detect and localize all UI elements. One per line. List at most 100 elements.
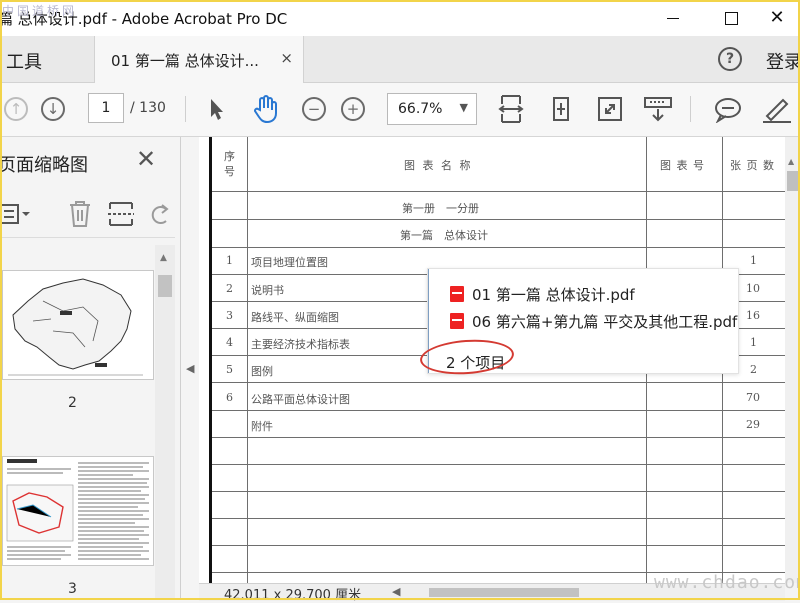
zoom-in-button[interactable]: + xyxy=(341,97,365,121)
options-menu-icon[interactable] xyxy=(0,201,34,227)
row-pages: 10 xyxy=(746,282,760,295)
watermark-bottom: www.chdao.com xyxy=(654,572,800,593)
tab-tools[interactable]: 工具 xyxy=(6,48,42,74)
full-screen-button[interactable] xyxy=(597,95,623,123)
fit-page-button[interactable] xyxy=(498,92,524,126)
comment-button[interactable] xyxy=(713,96,743,124)
page-total: / 130 xyxy=(130,100,166,116)
select-tool-button[interactable] xyxy=(207,95,227,123)
trash-icon[interactable] xyxy=(66,199,94,229)
group-label: 第一篇 总体设计 xyxy=(400,229,488,242)
page-dimensions: 42.011 x 29.700 厘米 xyxy=(224,588,362,603)
pdf-file-icon xyxy=(450,286,464,302)
minimize-button[interactable] xyxy=(650,0,696,36)
page-thumbnail[interactable] xyxy=(2,270,154,380)
table-row-line xyxy=(212,545,785,546)
row-seq: 2 xyxy=(226,282,233,295)
next-page-icon: ↓ xyxy=(41,97,65,121)
drag-file-item: 06 第六篇+第九篇 平交及其他工程.pdf xyxy=(450,311,737,332)
header-seq: 序号 xyxy=(224,150,235,178)
close-window-button[interactable]: ✕ xyxy=(754,0,800,36)
table-column-line xyxy=(247,137,248,583)
thumbnail-page-number: 3 xyxy=(68,581,77,597)
drag-file-item: 01 第一篇 总体设计.pdf xyxy=(450,284,635,305)
table-row-line xyxy=(212,464,785,465)
pdf-file-icon xyxy=(450,313,464,329)
row-pages: 1 xyxy=(750,254,757,267)
zoom-out-button[interactable]: − xyxy=(302,97,326,121)
row-pages: 2 xyxy=(750,363,757,376)
horizontal-scroll-thumb[interactable] xyxy=(429,588,579,597)
row-name: 公路平面总体设计图 xyxy=(251,393,350,406)
fit-page-icon xyxy=(498,95,524,123)
scroll-thumb[interactable] xyxy=(158,275,172,297)
table-row-line xyxy=(212,382,785,383)
prev-page-button[interactable]: ↑ xyxy=(4,97,28,121)
tab-document[interactable]: 01 第一篇 总体设计... × xyxy=(94,36,304,83)
table-row-line xyxy=(212,437,785,438)
scroll-mode-icon xyxy=(644,97,672,122)
document-scrollbar[interactable]: ▲ xyxy=(785,137,800,583)
watermark-top: 中国道桥网 xyxy=(2,4,78,18)
minimize-icon xyxy=(667,17,679,19)
tab-close-icon[interactable]: × xyxy=(280,49,293,67)
rotate-view-button[interactable] xyxy=(547,95,575,123)
scroll-thumb[interactable] xyxy=(787,171,798,191)
scroll-up-icon[interactable]: ▲ xyxy=(160,253,167,263)
next-page-button[interactable]: ↓ xyxy=(41,97,65,121)
signin-button[interactable]: 登录 xyxy=(766,48,800,74)
row-pages: 1 xyxy=(750,336,757,349)
row-name: 项目地理位置图 xyxy=(251,256,328,269)
rotate-icon xyxy=(553,97,569,121)
full-screen-icon xyxy=(598,97,622,121)
row-seq: 5 xyxy=(226,363,233,376)
drag-file-name: 06 第六篇+第九篇 平交及其他工程.pdf xyxy=(472,313,738,331)
row-seq: 1 xyxy=(226,254,233,267)
page-number-input[interactable]: 1 xyxy=(88,93,124,123)
collapse-panel-icon[interactable]: ◀ xyxy=(186,362,194,375)
maximize-button[interactable] xyxy=(708,0,754,36)
tab-document-label: 01 第一篇 总体设计... xyxy=(111,52,259,70)
row-seq: 3 xyxy=(226,309,233,322)
table-row-line xyxy=(212,247,785,248)
row-name: 附件 xyxy=(251,420,273,433)
table-row-line xyxy=(212,219,785,220)
row-pages: 16 xyxy=(746,309,760,322)
text-page-thumbnail-image xyxy=(6,459,149,560)
row-pages: 70 xyxy=(746,391,760,404)
rotate-page-icon[interactable] xyxy=(148,201,172,227)
header-pages: 张 页 数 xyxy=(730,159,775,172)
row-seq: 6 xyxy=(226,391,233,404)
hand-tool-icon xyxy=(254,95,277,124)
row-seq: 4 xyxy=(226,336,233,349)
title-bar: 篇 总体设计.pdf - Adobe Acrobat Pro DC ✕ xyxy=(0,0,800,36)
table-row-line xyxy=(212,410,785,411)
zoom-out-icon: − xyxy=(302,97,326,121)
group-label: 第一册 一分册 xyxy=(402,202,479,215)
prev-page-icon: ↑ xyxy=(4,97,28,121)
zoom-select[interactable]: 66.7% ▼ xyxy=(387,93,477,125)
select-arrow-icon xyxy=(211,99,223,120)
highlight-button[interactable] xyxy=(760,93,794,125)
thumbnail-scrollbar[interactable]: ▲ xyxy=(155,245,175,600)
table-row-line xyxy=(212,518,785,519)
header-name: 图 表 名 称 xyxy=(404,159,473,172)
table-row-line xyxy=(212,491,785,492)
panel-close-icon[interactable]: ✕ xyxy=(136,145,156,173)
close-icon: ✕ xyxy=(769,7,785,28)
insert-page-icon[interactable] xyxy=(107,199,135,229)
page-thumbnail[interactable] xyxy=(2,456,154,566)
row-name: 主要经济技术指标表 xyxy=(251,338,350,351)
scroll-left-icon[interactable]: ◀ xyxy=(392,585,400,598)
row-name: 图例 xyxy=(251,365,273,378)
help-icon[interactable]: ? xyxy=(718,47,742,71)
thumbnail-page-number: 2 xyxy=(68,395,77,411)
scroll-mode-button[interactable] xyxy=(643,95,673,123)
hand-tool-button[interactable] xyxy=(250,93,282,125)
scroll-up-icon[interactable]: ▲ xyxy=(788,157,794,166)
panel-title: 页面缩略图 xyxy=(0,155,88,176)
zoom-value: 66.7% xyxy=(398,101,443,117)
toolbar-divider xyxy=(185,96,186,122)
maximize-icon xyxy=(724,11,738,25)
highlight-pen-icon xyxy=(763,98,791,123)
